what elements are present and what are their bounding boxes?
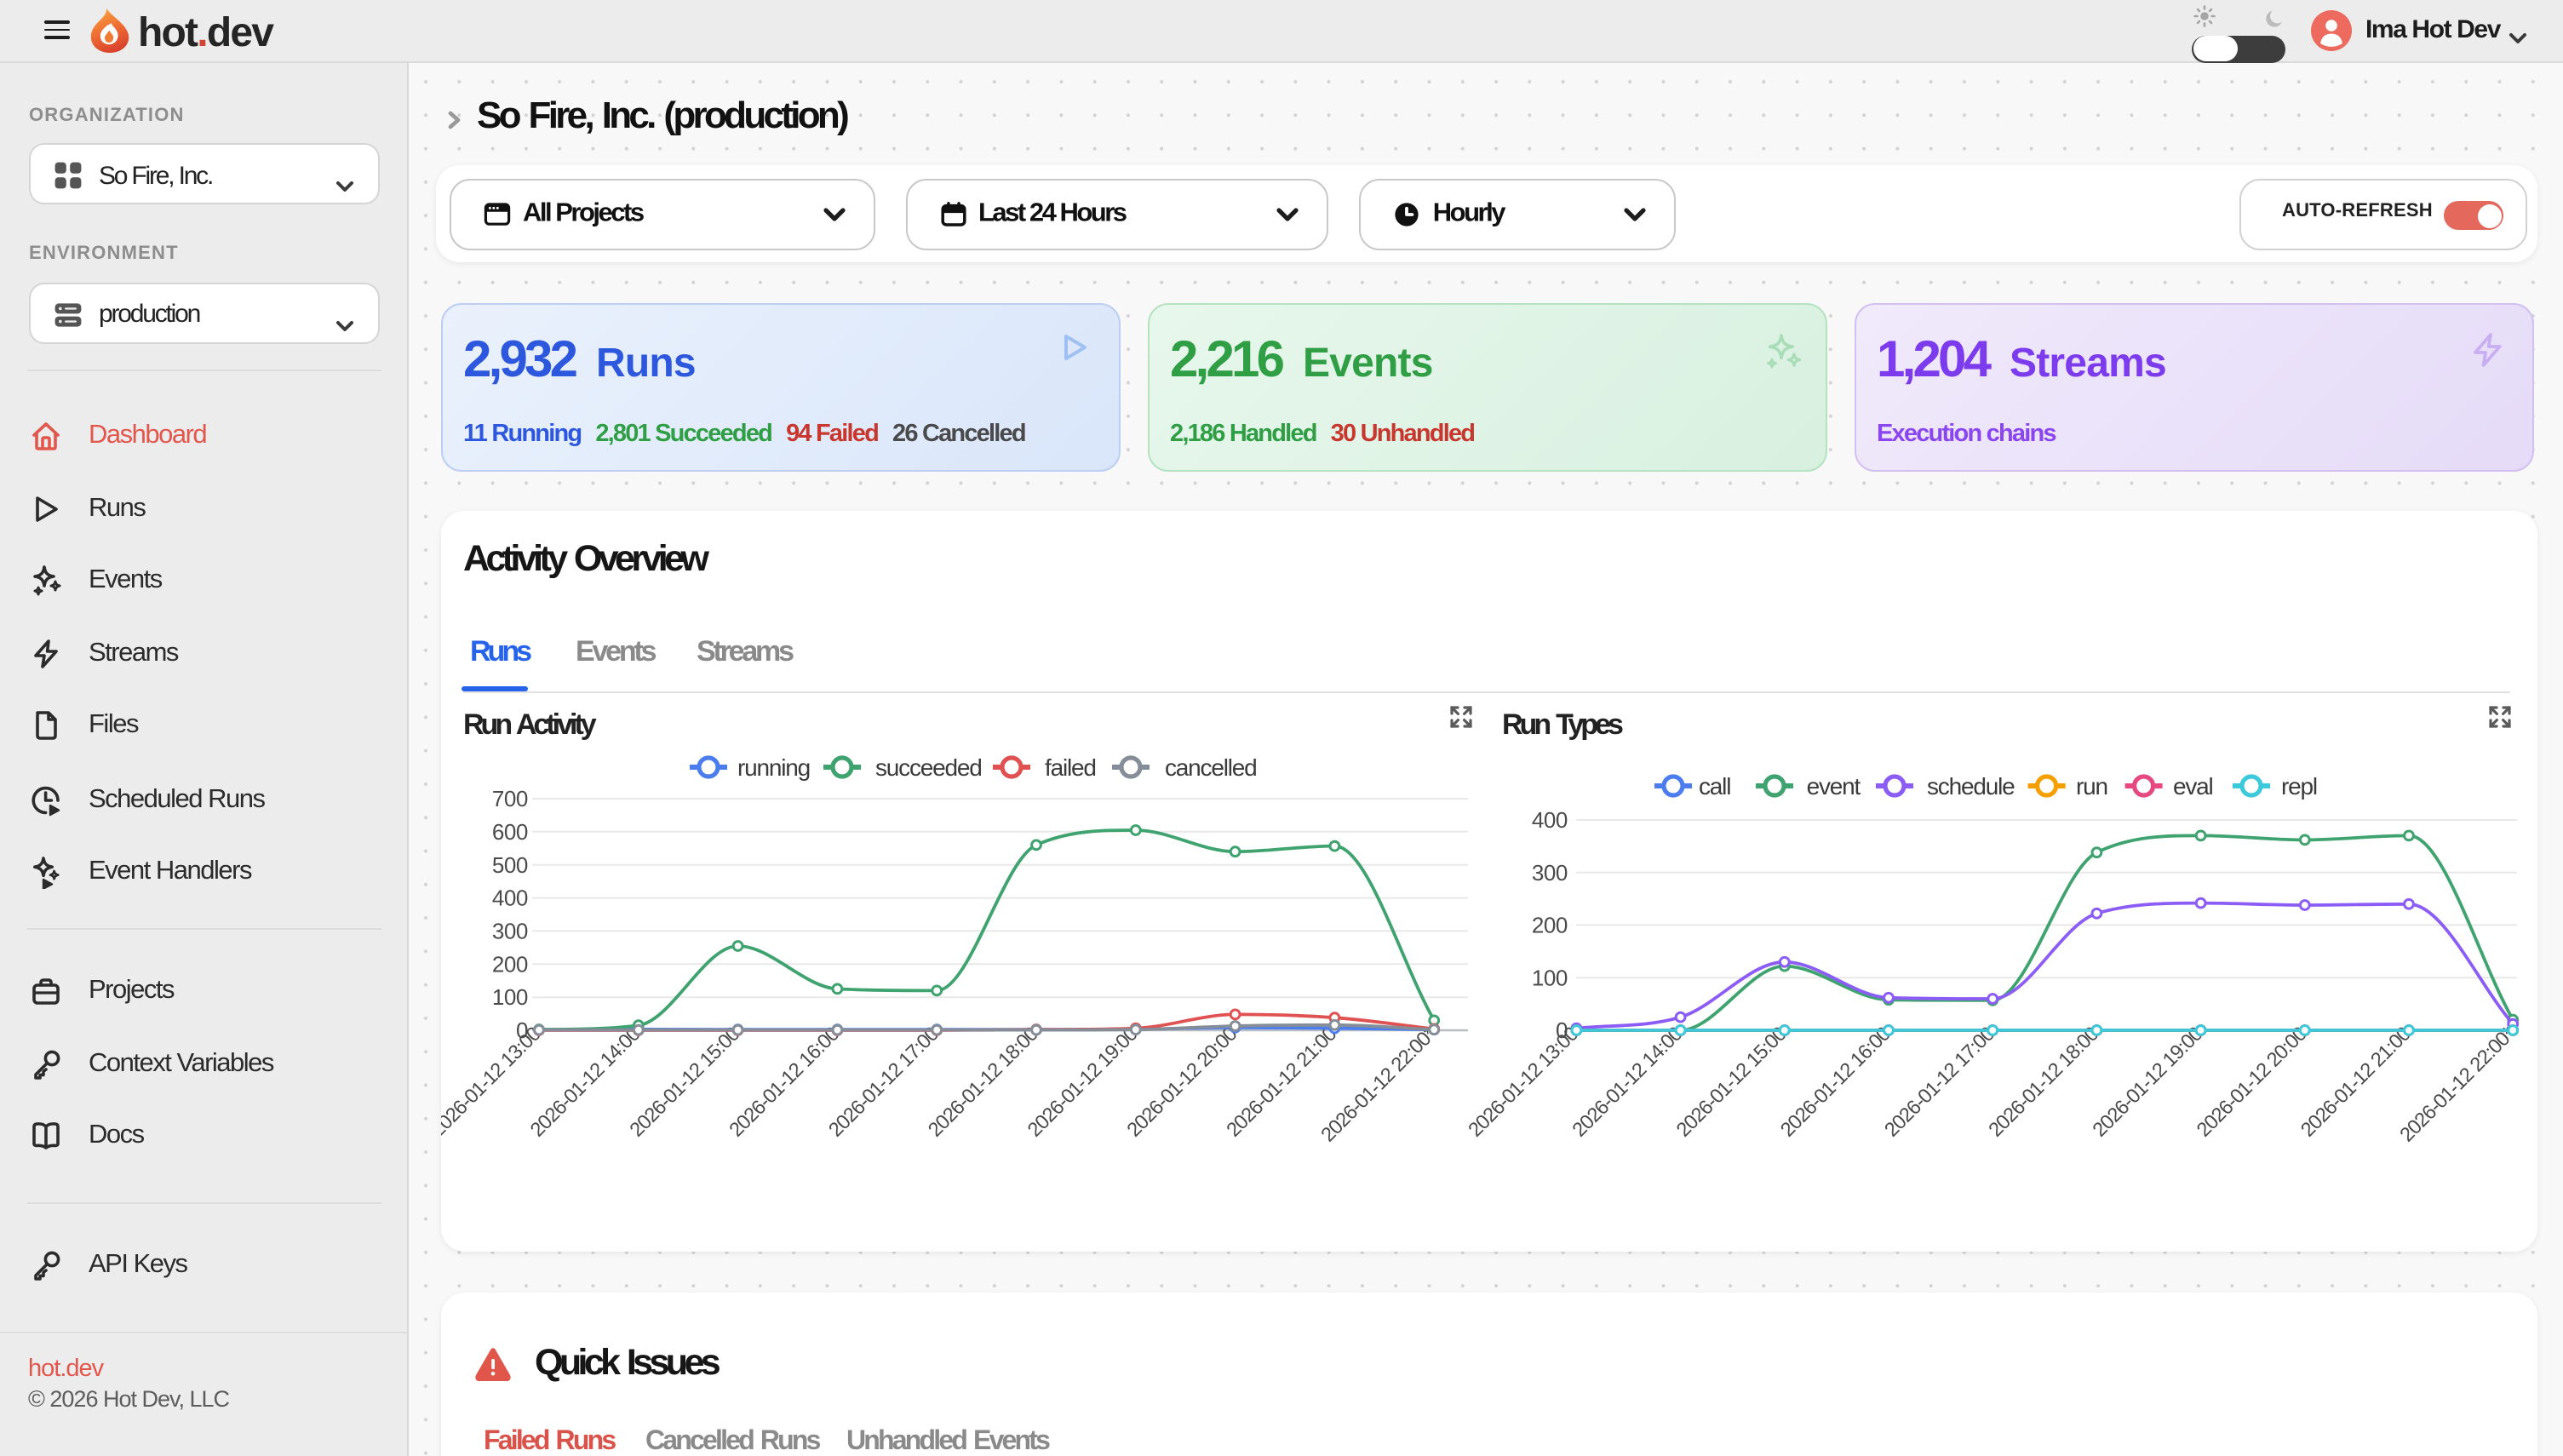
svg-text:400: 400 <box>1532 806 1568 832</box>
svg-text:call: call <box>1699 772 1730 799</box>
svg-text:2026-01-12 21:00: 2026-01-12 21:00 <box>2296 1022 2415 1140</box>
svg-text:200: 200 <box>1532 912 1568 937</box>
svg-text:400: 400 <box>492 885 528 910</box>
svg-text:2026-01-12 18:00: 2026-01-12 18:00 <box>1985 1022 2103 1140</box>
svg-text:running: running <box>737 754 810 780</box>
svg-text:300: 300 <box>1532 859 1568 885</box>
svg-text:2026-01-12 22:00*: 2026-01-12 22:00* <box>2396 1022 2520 1145</box>
svg-text:eval: eval <box>2173 772 2213 799</box>
svg-text:failed: failed <box>1045 754 1096 780</box>
svg-text:2026-01-12 19:00: 2026-01-12 19:00 <box>2089 1022 2207 1140</box>
svg-text:200: 200 <box>492 950 528 976</box>
svg-text:2026-01-12 17:00: 2026-01-12 17:00 <box>1881 1022 1999 1140</box>
svg-text:2026-01-12 14:00: 2026-01-12 14:00 <box>1568 1022 1687 1140</box>
svg-text:2026-01-12 16:00: 2026-01-12 16:00 <box>1776 1022 1895 1140</box>
svg-text:700: 700 <box>492 785 528 811</box>
svg-text:event: event <box>1807 772 1861 799</box>
svg-text:500: 500 <box>492 851 528 877</box>
svg-text:2026-01-12 20:00: 2026-01-12 20:00 <box>2193 1022 2311 1140</box>
svg-text:2026-01-12 15:00: 2026-01-12 15:00 <box>1672 1022 1791 1140</box>
svg-text:600: 600 <box>492 818 528 844</box>
svg-text:300: 300 <box>492 918 528 943</box>
svg-text:2026-01-12 13:00: 2026-01-12 13:00 <box>1465 1022 1583 1140</box>
svg-text:repl: repl <box>2281 772 2317 799</box>
svg-text:100: 100 <box>492 983 528 1009</box>
svg-text:cancelled: cancelled <box>1165 754 1257 780</box>
svg-text:run: run <box>2076 772 2107 799</box>
svg-text:schedule: schedule <box>1927 772 2015 799</box>
svg-text:100: 100 <box>1532 964 1568 989</box>
svg-text:succeeded: succeeded <box>875 754 982 780</box>
